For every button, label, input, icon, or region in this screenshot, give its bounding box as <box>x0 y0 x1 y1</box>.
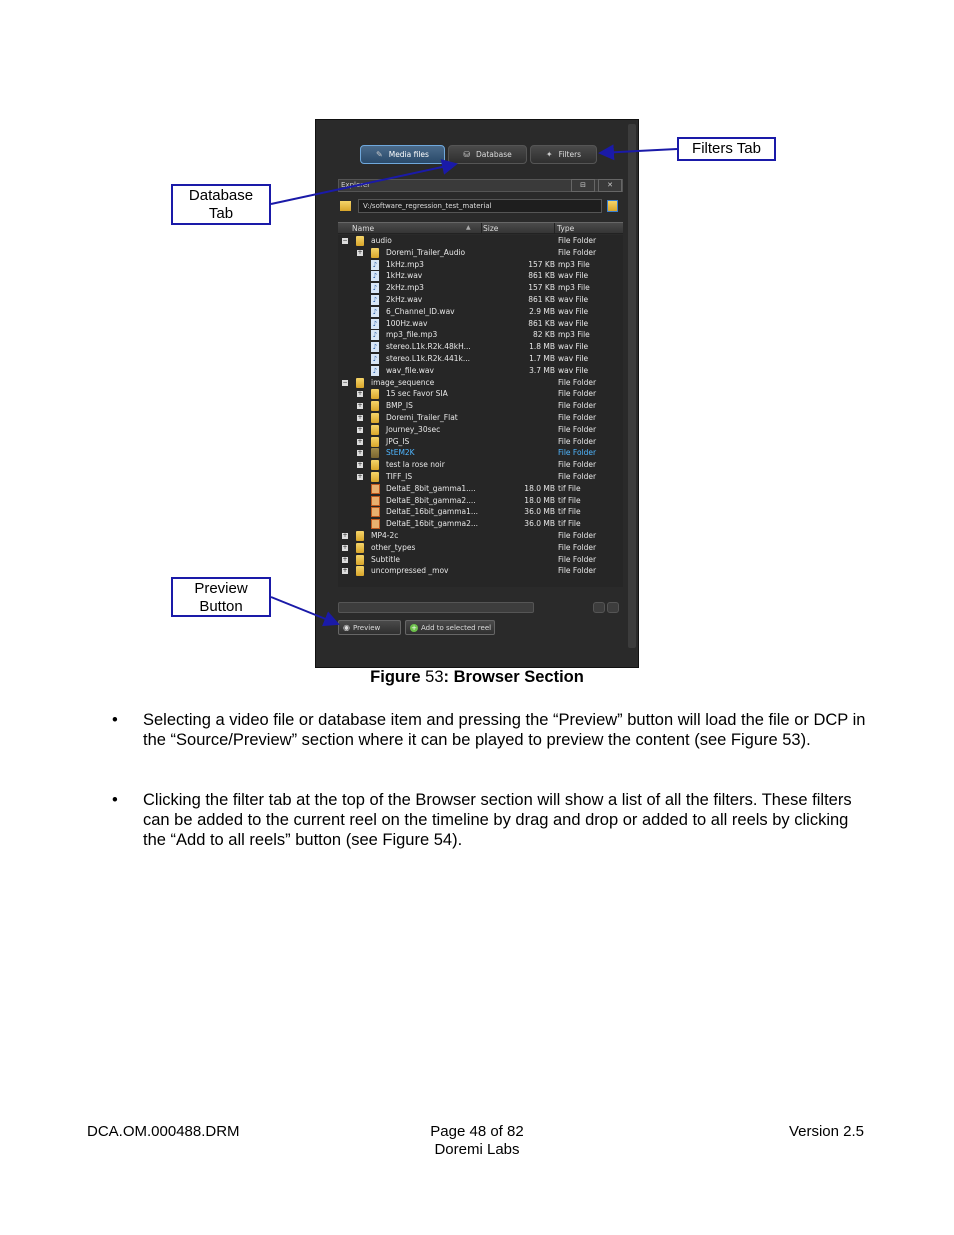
arrow-database <box>270 159 458 205</box>
arrow-preview <box>270 596 340 627</box>
arrow-filters <box>598 144 678 161</box>
footer-company: Doremi Labs <box>434 1141 520 1158</box>
footer-version: Version 2.5 <box>788 1123 864 1140</box>
callout-arrows <box>270 144 678 627</box>
figure-caption: Figure 53: Browser Section <box>370 668 584 686</box>
